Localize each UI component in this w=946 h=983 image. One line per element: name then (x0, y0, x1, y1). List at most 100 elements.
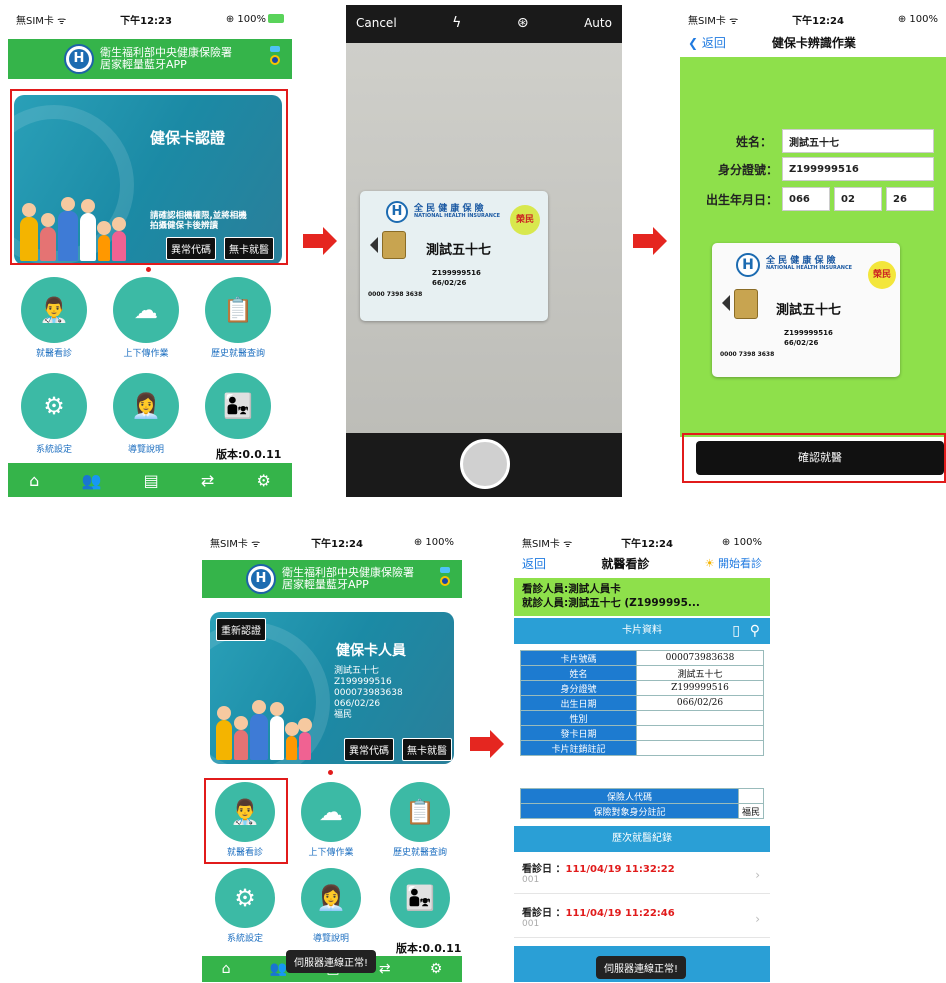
camera-viewfinder: H 全 民 健 康 保 險 NATIONAL HEALTH INSURANCE … (346, 43, 622, 433)
menu-guide[interactable]: 👩‍💼 導覽說明 (108, 373, 184, 455)
reauth-button[interactable]: 重新認證 (216, 618, 266, 641)
filter-icon[interactable]: ⊛ (517, 15, 529, 31)
settings-icon[interactable]: ⚙ (257, 471, 271, 490)
card-seal: 榮民 (868, 261, 896, 289)
carrier-label: 無SIM卡 ᯤ (16, 15, 67, 27)
menu-upload[interactable]: ☁ 上下傳作業 (296, 782, 366, 858)
card-number: 0000 7398 3638 (720, 351, 775, 358)
sync-icon[interactable]: ⇄ (379, 961, 391, 977)
menu-settings[interactable]: ⚙ 系統設定 (210, 868, 280, 944)
card-subtitle: NATIONAL HEALTH INSURANCE (414, 213, 501, 219)
menu-upload[interactable]: ☁ 上下傳作業 (108, 277, 184, 359)
carrier-label: 無SIM卡 ᯤ (522, 538, 573, 550)
row-key: 卡片號碼 (520, 650, 637, 666)
menu-visit[interactable]: 👨‍⚕️ 就醫看診 (16, 277, 92, 359)
back-button[interactable]: ❮ 返回 (688, 34, 726, 51)
cancel-button[interactable]: Cancel (356, 16, 397, 30)
flash-icon[interactable]: ϟ (452, 15, 461, 31)
row-value: 066/02/26 (636, 695, 764, 711)
home-icon[interactable]: ⌂ (222, 961, 231, 977)
nav-bar: ❮ 返回 健保卡辨識作業 (680, 31, 946, 53)
dob-month-field[interactable]: 02 (834, 187, 882, 211)
member-card-number: 000073983638 (334, 688, 403, 698)
card-dob: 66/02/26 (784, 339, 819, 347)
scanned-card: H 全 民 健 康 保 險 NATIONAL HEALTH INSURANCE … (360, 191, 548, 321)
page-indicator (328, 770, 333, 775)
row-key: 出生日期 (520, 695, 637, 711)
row-value: Z199999516 (636, 680, 764, 696)
back-button[interactable]: 返回 (522, 555, 546, 572)
row-value (636, 725, 764, 741)
battery-label: ⊕ 100% (225, 13, 266, 25)
search-icon[interactable]: ⚲ (750, 618, 760, 644)
name-field[interactable]: 測試五十七 (782, 129, 934, 153)
row-value: 福民 (738, 803, 764, 819)
row-value: 測試五十七 (636, 665, 764, 681)
no-card-visit-button[interactable]: 無卡就醫 (402, 738, 452, 761)
settings-icon[interactable]: ⚙ (430, 961, 443, 977)
chevron-left-icon: ❮ (688, 35, 702, 50)
history-title: 歷次就醫紀錄 (612, 833, 672, 844)
screen-home-authenticated: 無SIM卡 ᯤ 下午12:24 ⊕ 100% H 衛生福利部中央健康保險署 居家… (202, 528, 462, 982)
tab-bar: ⌂ 👥 ▤ ⇄ ⚙ (8, 463, 292, 497)
member-identity: 福民 (334, 710, 353, 720)
gear-icon: ⚙ (215, 868, 275, 928)
member-card[interactable]: 重新認證 健保卡人員 測試五十七 Z199999516 000073983638… (210, 612, 454, 764)
card-chip (382, 231, 406, 259)
menu-history[interactable]: 📋 歷史就醫查詢 (382, 782, 458, 858)
chevron-right-icon: › (755, 868, 760, 882)
row-key: 性別 (520, 710, 637, 726)
doctor-family-icon: 👨‍👧 (205, 373, 271, 439)
dob-year-field[interactable]: 066 (782, 187, 830, 211)
time-label: 下午12:24 (621, 538, 673, 550)
carrier-label: 無SIM卡 ᯤ (688, 15, 739, 27)
visit-date-label: 看診日 ： (522, 908, 566, 919)
status-bar: 無SIM卡 ᯤ 下午12:24 ⊕ 100% (680, 5, 946, 33)
card-number: 0000 7398 3638 (368, 291, 423, 298)
users-icon[interactable]: 👥 (81, 471, 101, 490)
id-field[interactable]: Z199999516 (782, 157, 934, 181)
app-title-line2: 居家輕量藍牙APP (100, 58, 187, 71)
row-value (738, 788, 764, 804)
phone-card-icon[interactable]: ▯ (732, 618, 740, 644)
bluetooth-status-icon[interactable] (270, 46, 280, 70)
card-seal: 榮民 (510, 205, 540, 235)
id-label: 身分證號： (717, 162, 778, 177)
history-header: 歷次就醫紀錄 (514, 826, 770, 852)
start-visit-button[interactable]: ☀ 開始看診 (705, 555, 762, 571)
auto-mode-button[interactable]: Auto (584, 16, 612, 30)
app-title: 衛生福利部中央健康保險署 居家輕量藍牙APP (100, 47, 232, 71)
id-row: 身分證號： Z199999516 (700, 157, 934, 181)
row-value (636, 740, 764, 756)
menu-settings-label: 系統設定 (226, 934, 263, 944)
dob-row: 出生年月日： 066 02 26 (700, 187, 934, 211)
sync-icon[interactable]: ⇄ (201, 471, 214, 490)
carrier-label: 無SIM卡 ᯤ (210, 538, 261, 550)
doctor-family-icon: 👨‍👧 (390, 868, 450, 928)
bluetooth-status-icon[interactable] (440, 567, 450, 591)
nhi-card-logo: H (736, 253, 760, 277)
row-key: 保險人代碼 (520, 788, 739, 804)
server-status-toast: 伺服器連線正常! (596, 956, 687, 979)
card-direction-marker (370, 237, 378, 253)
visit-date: 111/04/19 11:22:46 (565, 908, 675, 919)
menu-family[interactable]: 👨‍👧 (200, 373, 276, 439)
menu-family[interactable]: 👨‍👧 (382, 868, 458, 928)
family-illustration (216, 700, 313, 760)
menu-settings[interactable]: ⚙ 系統設定 (16, 373, 92, 455)
users-icon[interactable]: 👥 (270, 961, 287, 977)
row-value: 000073983638 (636, 650, 764, 666)
cloud-upload-icon: ☁ (301, 782, 361, 842)
menu-history[interactable]: 📋 歷史就醫查詢 (200, 277, 276, 359)
list-item[interactable]: 看診日 ：111/04/19 11:22:46 001 › (514, 900, 770, 938)
shutter-button[interactable] (460, 439, 510, 489)
menu-guide[interactable]: 👩‍💼 導覽說明 (296, 868, 366, 944)
card-name: 測試五十七 (776, 303, 842, 318)
list-item[interactable]: 看診日 ：111/04/19 11:32:22 001 › (514, 856, 770, 894)
home-icon[interactable]: ⌂ (29, 471, 39, 490)
name-label: 姓名： (736, 134, 773, 149)
abnormal-code-button[interactable]: 異常代碼 (344, 738, 394, 761)
dob-day-field[interactable]: 26 (886, 187, 934, 211)
id-card-icon[interactable]: ▤ (144, 471, 159, 490)
back-label: 返回 (701, 35, 726, 50)
